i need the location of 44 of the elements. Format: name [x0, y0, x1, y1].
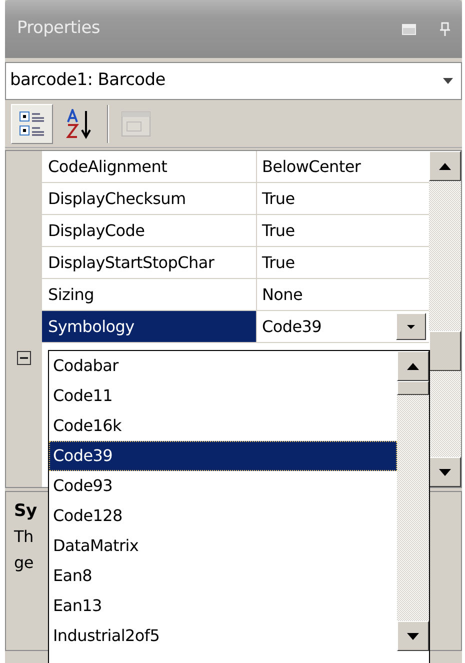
scroll-down-button[interactable]	[429, 457, 461, 487]
panel-title: Properties	[17, 17, 101, 40]
list-item[interactable]: Ean13	[49, 591, 397, 621]
collapse-icon[interactable]	[17, 351, 31, 365]
list-scrollbar[interactable]	[397, 351, 429, 651]
dropdown-list[interactable]: Codabar Code11 Code16k Code39 Code93 Code128 DataMatrix Ean8 Ean13 Industrial2of5	[48, 350, 430, 663]
up-arrow-icon	[407, 362, 419, 370]
scroll-up-button[interactable]	[429, 151, 461, 181]
property-value[interactable]: True	[262, 221, 295, 240]
list-item[interactable]: Ean8	[49, 561, 397, 591]
caret-icon	[407, 324, 415, 328]
object-selector[interactable]: barcode1: Barcode	[5, 62, 462, 100]
property-name[interactable]: DisplayChecksum	[42, 183, 257, 215]
down-arrow-icon	[439, 468, 451, 476]
list-item[interactable]: Code11	[49, 381, 397, 411]
property-value[interactable]: True	[262, 253, 295, 272]
list-item[interactable]: Industrial2of5	[49, 621, 397, 651]
scroll-up-button[interactable]	[397, 351, 429, 381]
description-text: ge	[14, 552, 34, 574]
scroll-thumb[interactable]	[397, 381, 429, 395]
list-item[interactable]: Code39	[49, 441, 397, 471]
list-item[interactable]: Code93	[49, 471, 397, 501]
scroll-thumb[interactable]	[429, 331, 461, 371]
property-name[interactable]: Symbology	[42, 311, 257, 343]
description-text: Th	[14, 526, 34, 548]
down-arrow-icon	[407, 632, 419, 640]
categorized-icon[interactable]	[11, 104, 53, 144]
property-name[interactable]: Sizing	[42, 279, 257, 311]
property-name[interactable]: DisplayCode	[42, 215, 257, 247]
description-title: Sy	[14, 500, 37, 523]
property-name[interactable]: CodeAlignment	[42, 151, 257, 183]
scroll-down-button[interactable]	[397, 621, 429, 651]
scrollbar[interactable]	[429, 151, 461, 487]
caret-icon	[443, 78, 453, 84]
dropdown-button[interactable]	[396, 313, 426, 340]
up-arrow-icon	[439, 162, 451, 170]
list-item[interactable]: Codabar	[49, 351, 397, 381]
pin-icon[interactable]	[440, 22, 450, 36]
list-item[interactable]: Code128	[49, 501, 397, 531]
property-value[interactable]: None	[262, 285, 303, 304]
list-item[interactable]: Code16k	[49, 411, 397, 441]
property-name[interactable]: DisplayStartStopChar	[42, 247, 257, 279]
list-item[interactable]: DataMatrix	[49, 531, 397, 561]
property-value[interactable]: True	[262, 189, 295, 208]
